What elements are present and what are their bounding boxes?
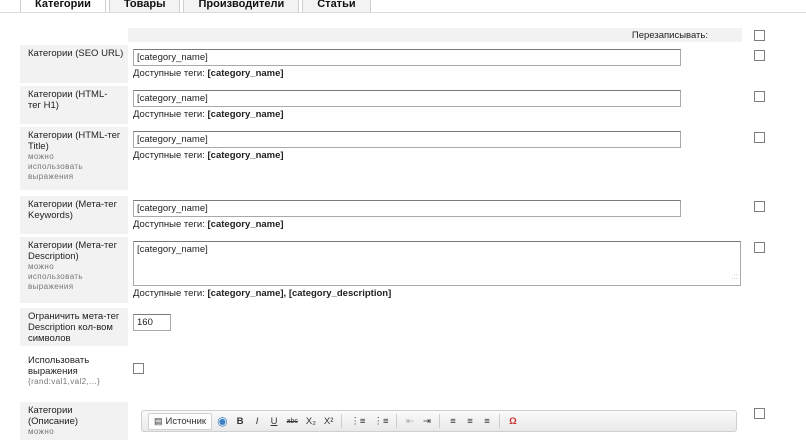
rewrite-checkbox-h1[interactable] [754,91,765,102]
globe-icon[interactable]: ◉ [214,413,230,430]
keywords-input[interactable]: [category_name] [133,200,681,217]
toolbar-separator [396,414,398,428]
field-hint: {rand:val1,val2,...} [28,377,101,386]
italic-button[interactable]: I [250,413,265,430]
field-row-title: Категории (HTML-тег Title) можно использо… [20,127,742,190]
field-hint: можно использовать выражения [28,262,84,291]
rewrite-label: Перезаписывать: [631,30,708,41]
toolbar-separator [439,414,441,428]
source-button[interactable]: ▤ Источник [148,412,213,430]
rewrite-checkbox-seo-url[interactable] [754,50,765,61]
tab-manufacturers[interactable]: Производители [183,0,300,12]
field-label: Категории (Мета-тег Keywords) [28,199,118,221]
available-tags: Доступные теги: [category_name] [133,150,284,161]
field-label: Категории (HTML-тег Title) можно использо… [28,130,121,181]
use-expressions-checkbox[interactable] [133,362,144,374]
description-limit-input[interactable]: 160 [133,314,171,331]
align-right-button[interactable]: ≡ [479,413,494,430]
outdent-button[interactable]: ⇤ [402,413,417,430]
indent-button[interactable]: ⇥ [419,413,434,430]
tab-bar: Категории Товары Производители Статьи [20,0,371,16]
field-hint: можно использовать выражения [28,152,84,181]
form-header-row: Перезаписывать: [128,28,742,42]
field-row-expressions: Использовать выражения {rand:val1,val2,..… [20,352,742,396]
field-row-limit: Ограничить мета-тег Description кол-вом … [20,308,742,346]
h1-input[interactable]: [category_name] [133,90,681,107]
special-char-button[interactable]: Ω [505,413,520,430]
field-row-description: Категории (Мета-тег Description) можно ис… [20,237,742,303]
field-hint: можно [28,427,55,436]
field-row-seo-url: Категории (SEO URL) [category_name] Дост… [20,45,742,83]
field-label: Категории (SEO URL) [28,48,124,59]
field-label: Ограничить мета-тег Description кол-вом … [28,311,120,344]
field-label: Категории (Описание) можно [20,402,104,437]
underline-button[interactable]: U [267,413,282,430]
available-tags: Доступные теги: [category_name], [catego… [133,288,392,299]
subscript-button[interactable]: X₂ [303,413,319,430]
available-tags: Доступные теги: [category_name] [133,109,284,120]
field-label: Использовать выражения {rand:val1,val2,..… [20,352,120,387]
rewrite-checkbox-title[interactable] [754,132,765,143]
rewrite-all-checkbox[interactable] [754,30,765,41]
align-left-button[interactable]: ≡ [445,413,460,430]
tab-categories[interactable]: Категории [20,0,106,12]
field-row-h1: Категории (HTML-тег H1) [category_name] … [20,86,742,124]
rewrite-checkbox-category-description[interactable] [754,408,765,419]
tab-products[interactable]: Товары [108,0,181,12]
numbered-list-button[interactable]: ⋮≡ [347,413,368,430]
rewrite-checkbox-keywords[interactable] [754,201,765,212]
field-row-category-description: Категории (Описание) можно ▤ Источник ◉ B … [20,402,742,440]
field-label: Категории (HTML-тег H1) [28,89,108,111]
rich-text-toolbar: ▤ Источник ◉ B I U abc X₂ X² ⋮≡ ⋮≡ ⇤ ⇥ ≡ … [141,410,737,432]
tab-articles[interactable]: Статьи [302,0,371,12]
rewrite-checkbox-description[interactable] [754,242,765,253]
available-tags: Доступные теги: [category_name] [133,219,284,230]
field-row-keywords: Категории (Мета-тег Keywords) [category_… [20,196,742,234]
toolbar-separator [499,414,501,428]
document-icon: ▤ [154,415,163,426]
bold-button[interactable]: B [233,413,248,430]
toolbar-separator [341,414,343,428]
align-center-button[interactable]: ≡ [462,413,477,430]
strikethrough-button[interactable]: abc [284,413,301,430]
superscript-button[interactable]: X² [321,413,337,430]
resize-grip-icon[interactable]: .:: [731,269,738,284]
title-input[interactable]: [category_name] [133,131,681,148]
bulleted-list-button[interactable]: ⋮≡ [370,413,391,430]
seo-url-input[interactable]: [category_name] [133,49,681,66]
available-tags: Доступные теги: [category_name] [133,68,284,79]
field-label: Категории (Мета-тег Description) можно ис… [28,240,118,291]
description-textarea[interactable]: [category_name].:: [133,241,741,286]
